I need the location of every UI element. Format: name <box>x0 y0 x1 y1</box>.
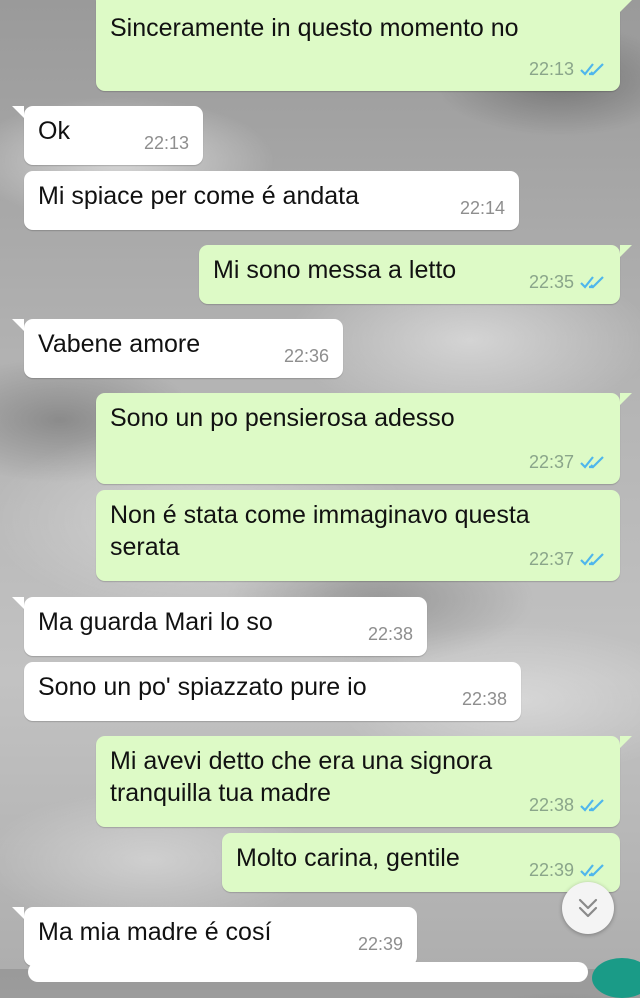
message-bubble[interactable]: Vabene amore 22:36 <box>12 319 343 378</box>
message-meta: 22:13 <box>144 127 189 159</box>
chat-thread: Sinceramente in questo momento no 22:13 … <box>0 0 640 969</box>
message-time: 22:35 <box>528 272 574 292</box>
message-text: Sono un po pensierosa adesso <box>110 404 455 432</box>
message-bubble[interactable]: Mi spiace per come é andata 22:14 <box>24 171 519 230</box>
message-bubble[interactable]: Molto carina, gentile 22:39 <box>222 833 620 892</box>
double-check-icon <box>580 456 604 469</box>
message-meta: 22:39 <box>358 928 403 960</box>
double-check-icon <box>580 553 604 566</box>
message-time: 22:38 <box>528 795 574 815</box>
message-bubble[interactable]: Ok 22:13 <box>12 106 203 165</box>
message-meta: 22:35 <box>529 266 606 298</box>
send-button[interactable] <box>592 958 640 998</box>
message-text: Mi spiace per come é andata <box>38 182 360 210</box>
double-check-icon <box>580 276 604 289</box>
message-text: Sono un po' spiazzato pure io <box>38 673 367 701</box>
message-time: 22:37 <box>528 549 574 569</box>
message-bubble[interactable]: Mi avevi detto che era una signora tranq… <box>96 736 632 827</box>
message-bubble[interactable]: Ma mia madre é cosí 22:39 <box>12 907 417 966</box>
double-check-icon <box>580 799 604 812</box>
message-bubble[interactable]: Sinceramente in questo momento no 22:13 <box>96 0 632 91</box>
message-time: 22:37 <box>528 452 574 472</box>
message-bubble[interactable]: Ma guarda Mari lo so 22:38 <box>12 597 427 656</box>
message-text: Ma mia madre é cosí <box>38 918 272 946</box>
message-text: Non é stata come immaginavo questa serat… <box>110 501 537 561</box>
message-meta: 22:38 <box>368 618 413 650</box>
double-check-icon <box>580 63 604 76</box>
message-time: 22:38 <box>461 689 507 709</box>
double-check-icon <box>580 864 604 877</box>
message-time: 22:13 <box>528 59 574 79</box>
message-bubble[interactable]: Mi sono messa a letto 22:35 <box>199 245 632 304</box>
message-meta: 22:13 <box>529 53 606 85</box>
message-time: 22:39 <box>357 934 403 954</box>
message-meta: 22:36 <box>284 340 329 372</box>
message-meta: 22:37 <box>529 543 606 575</box>
message-time: 22:39 <box>528 860 574 880</box>
message-text: Mi avevi detto che era una signora tranq… <box>110 747 500 807</box>
message-meta: 22:38 <box>529 789 606 821</box>
message-meta: 22:14 <box>460 192 505 224</box>
message-text: Ma guarda Mari lo so <box>38 608 273 636</box>
message-time: 22:14 <box>459 198 505 218</box>
scroll-to-bottom-button[interactable] <box>562 882 614 934</box>
chevron-double-down-icon <box>578 898 598 918</box>
message-time: 22:13 <box>143 133 189 153</box>
message-bubble[interactable]: Sono un po pensierosa adesso 22:37 <box>96 393 632 484</box>
message-input-bar[interactable] <box>28 962 588 982</box>
message-meta: 22:38 <box>462 683 507 715</box>
message-bubble[interactable]: Sono un po' spiazzato pure io 22:38 <box>24 662 521 721</box>
message-meta: 22:39 <box>529 854 606 886</box>
message-bubble[interactable]: Non é stata come immaginavo questa serat… <box>96 490 620 581</box>
message-time: 22:38 <box>367 624 413 644</box>
message-text: Sinceramente in questo momento no <box>110 14 519 42</box>
message-time: 22:36 <box>283 346 329 366</box>
message-meta: 22:37 <box>529 446 606 478</box>
